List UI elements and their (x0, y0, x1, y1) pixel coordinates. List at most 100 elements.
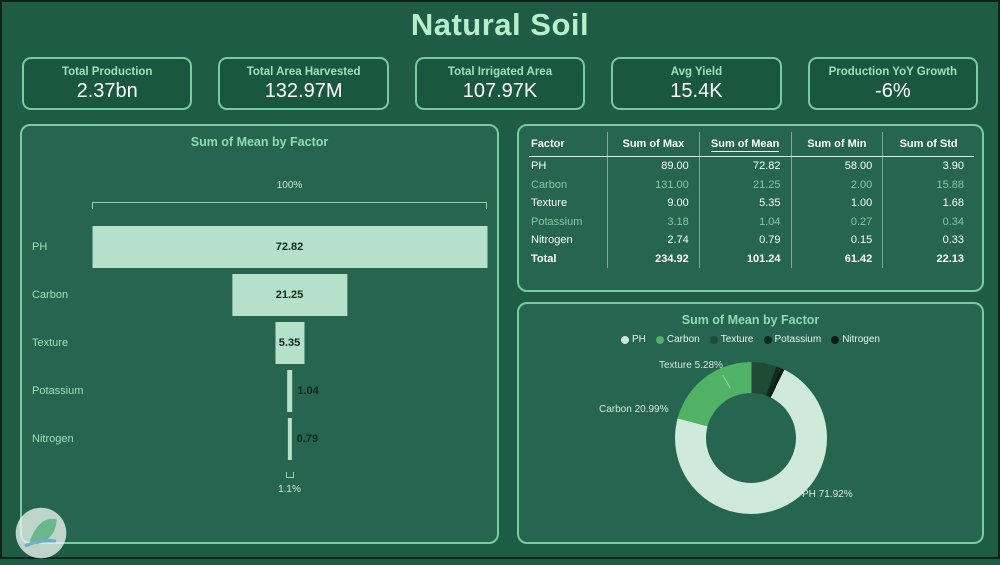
kpi-label: Total Area Harvested (246, 66, 361, 78)
kpi-label: Production YoY Growth (828, 66, 958, 78)
legend-item-carbon[interactable]: Carbon (655, 334, 700, 345)
funnel-category-label: Texture (32, 337, 69, 349)
funnel-track: 5.35 (92, 322, 487, 364)
kpi-row: Total Production 2.37bn Total Area Harve… (22, 57, 979, 110)
table-value-cell: 0.34 (882, 212, 974, 231)
legend-label: Nitrogen (842, 334, 880, 345)
table-factor-cell: Texture (531, 197, 568, 209)
funnel-bar[interactable] (286, 370, 293, 412)
kpi-value: -6% (875, 80, 911, 102)
funnel-category-label: Carbon (32, 289, 69, 301)
funnel-title: Sum of Mean by Factor (190, 135, 329, 149)
legend-label: Texture (720, 334, 754, 345)
table-value-cell: 234.92 (607, 249, 699, 268)
funnel-bar[interactable] (287, 418, 292, 460)
legend-item-texture[interactable]: Texture (709, 334, 754, 345)
table-value-cell: 15.88 (882, 175, 974, 194)
funnel-category-label: PH (32, 241, 48, 253)
funnel-plot-area: 100% PH 72.82 Carbon 21.25 Texture 5.35 Potass… (32, 176, 487, 534)
table-value-cell: 9.00 (607, 194, 699, 213)
table-value-cell: 89.00 (607, 157, 699, 176)
kpi-card-yoy-growth: Production YoY Growth -6% (807, 57, 979, 110)
table-value-cell: 3.18 (607, 212, 699, 231)
legend-dot (709, 335, 718, 344)
legend-dot (655, 335, 664, 344)
table-factor-cell: Total (531, 252, 557, 265)
table-factor-cell: PH (531, 160, 547, 172)
table-value-cell: 58.00 (790, 157, 883, 176)
funnel-category-label: Potassium (32, 385, 84, 397)
funnel-track: 0.79 (92, 418, 487, 460)
legend-item-nitrogen[interactable]: Nitrogen (831, 334, 880, 345)
table-header-cell[interactable]: Sum of Max (607, 132, 699, 156)
kpi-value: 132.97M (264, 80, 343, 102)
table-value-cell: 72.82 (698, 157, 791, 176)
brand-logo (14, 506, 68, 565)
table-value-cell: 0.33 (882, 231, 974, 250)
funnel-value-label: 0.79 (296, 433, 319, 445)
legend-dot (763, 335, 772, 344)
callout-texture: Texture 5.28% (659, 360, 723, 371)
table-value-cell: 21.25 (698, 175, 791, 194)
funnel-row: Nitrogen 0.79 (32, 418, 487, 460)
table-value-cell: 2.00 (790, 175, 883, 194)
table-value-cell: 1.00 (790, 194, 883, 213)
donut-chart-panel: Sum of Mean by Factor PH Carbon Texture Pot… (517, 302, 984, 544)
funnel-top-annotation: 100% (276, 180, 303, 191)
callout-carbon: Carbon 20.99% (599, 404, 669, 415)
table-header-cell[interactable]: Sum of Min (790, 132, 883, 156)
donut-title: Sum of Mean by Factor (681, 313, 820, 327)
funnel-bottom-annotation: 1.1% (278, 484, 301, 495)
table-value-cell: 0.79 (698, 231, 791, 250)
table-value-cell: 0.15 (790, 231, 883, 250)
table-header-label: Sum of Max (622, 138, 685, 150)
table-value-cell: 5.35 (698, 194, 791, 213)
leaf-logo-icon (15, 507, 67, 559)
legend-item-ph[interactable]: PH (620, 334, 646, 345)
legend-label: Potassium (774, 334, 822, 345)
table-value-cell: 1.68 (882, 194, 974, 213)
table-header-cell[interactable]: Sum of Mean (698, 132, 791, 156)
summary-table: Factor Sum of Max Sum of Mean Sum of Min Sum… (529, 132, 974, 284)
funnel-bottom-bracket (92, 472, 487, 478)
table-value-cell: 61.42 (790, 249, 883, 268)
table-row[interactable]: PH 89.00 72.82 58.00 3.90 (529, 157, 974, 176)
legend-item-potassium[interactable]: Potassium (763, 334, 822, 345)
kpi-label: Total Production (61, 66, 153, 78)
kpi-card-total-irrigated-area: Total Irrigated Area 107.97K (414, 57, 586, 110)
kpi-card-avg-yield: Avg Yield 15.4K (611, 57, 782, 110)
table-header-label: Factor (531, 138, 565, 150)
table-factor-cell: Potassium (531, 215, 583, 228)
funnel-value-label: 1.04 (297, 385, 319, 397)
kpi-value: 15.4K (670, 80, 723, 102)
table-header-cell[interactable]: Sum of Std (882, 132, 974, 156)
funnel-top-bracket (92, 202, 487, 209)
legend-dot (620, 335, 629, 344)
legend-dot (831, 335, 840, 344)
kpi-value: 107.97K (462, 80, 538, 102)
table-header-label: Sum of Min (807, 138, 867, 150)
table-row[interactable]: Carbon 131.00 21.25 2.00 15.88 (529, 175, 974, 194)
donut-legend: PH Carbon Texture Potassium Nitrogen (519, 334, 982, 345)
table-total-row: Total 234.92 101.24 61.42 22.13 (529, 249, 974, 268)
kpi-label: Total Irrigated Area (447, 66, 553, 78)
table-value-cell: 2.74 (607, 231, 699, 250)
table-row[interactable]: Texture 9.00 5.35 1.00 1.68 (529, 194, 974, 213)
table-header-row: Factor Sum of Max Sum of Mean Sum of Min Sum… (529, 132, 974, 157)
table-value-cell: 3.90 (882, 157, 974, 176)
funnel-value-label: 5.35 (278, 337, 301, 349)
funnel-chart-panel: Sum of Mean by Factor 100% PH 72.82 Carbon… (20, 124, 499, 544)
legend-label: Carbon (666, 334, 700, 345)
page-title: Natural Soil (410, 7, 590, 42)
table-value-cell: 101.24 (698, 249, 791, 268)
summary-table-panel: Factor Sum of Max Sum of Mean Sum of Min Sum… (517, 124, 984, 292)
kpi-label: Avg Yield (670, 66, 723, 78)
table-row[interactable]: Potassium 3.18 1.04 0.27 0.34 (529, 212, 974, 231)
funnel-row: Carbon 21.25 (32, 274, 487, 316)
table-factor-cell: Carbon (531, 178, 568, 191)
table-factor-cell: Nitrogen (531, 234, 573, 246)
table-row[interactable]: Nitrogen 2.74 0.79 0.15 0.33 (529, 231, 974, 250)
table-header-cell[interactable]: Factor (529, 132, 607, 156)
funnel-value-label: 21.25 (275, 289, 304, 301)
table-value-cell: 131.00 (607, 175, 699, 194)
